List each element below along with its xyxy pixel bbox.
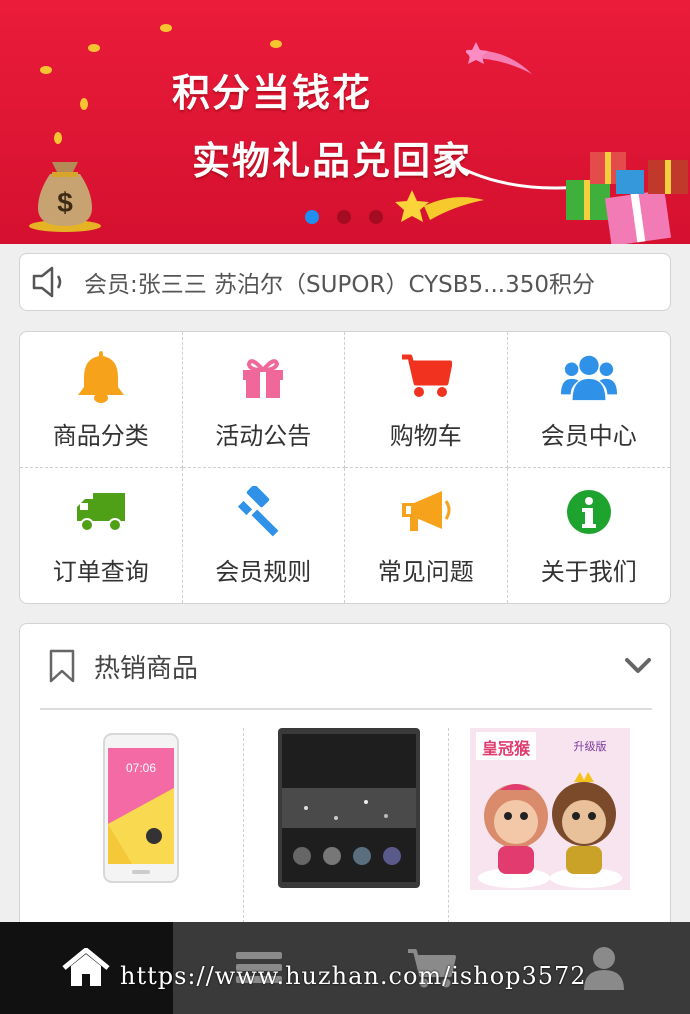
menu-item-label: 会员中心	[540, 421, 637, 450]
promo-banner[interactable]: 积分当钱花 实物礼品兑回家 $	[0, 0, 690, 244]
gold-star-icon	[395, 190, 484, 222]
user-icon	[583, 947, 624, 990]
menu-item-announcements[interactable]: 活动公告	[182, 332, 345, 468]
speaker-icon	[32, 266, 62, 298]
banner-headline: 积分当钱花	[172, 71, 373, 115]
menu-item-label: 关于我们	[540, 557, 637, 586]
menu-item-label: 订单查询	[52, 557, 149, 586]
shooting-star-icon	[466, 42, 532, 74]
product-image[interactable]: 07:06	[61, 728, 222, 890]
menu-item-faq[interactable]: 常见问题	[345, 467, 508, 603]
carousel-indicators	[305, 210, 383, 224]
product-list: 07:06 皇冠猴 升级版	[40, 728, 652, 928]
banner-subheadline: 实物礼品兑回家	[192, 139, 473, 183]
money-bag-icon: $	[29, 162, 101, 232]
users-icon	[560, 348, 617, 404]
product-title-text: 皇冠猴	[482, 739, 531, 758]
menu-item-categories[interactable]: 商品分类	[20, 332, 183, 468]
product-item[interactable]: 皇冠猴 升级版	[449, 728, 652, 928]
menu-item-label: 常见问题	[377, 557, 474, 586]
product-item[interactable]: 07:06	[40, 728, 245, 928]
product-image[interactable]	[265, 728, 426, 890]
menu-item-label: 商品分类	[52, 421, 149, 450]
bookmark-icon	[49, 649, 75, 683]
megaphone-icon	[398, 484, 454, 540]
gift-boxes-icon	[566, 152, 688, 244]
menu-item-about[interactable]: 关于我们	[508, 468, 671, 604]
chevron-down-icon[interactable]	[624, 656, 652, 676]
carousel-dot[interactable]	[337, 210, 351, 224]
menu-item-cart[interactable]: 购物车	[345, 332, 508, 468]
menu-item-label: 会员规则	[215, 557, 312, 586]
cart-icon	[398, 348, 454, 404]
notice-bar[interactable]: 会员:张三三 苏泊尔（SUPOR）CYSB5...350积分	[19, 253, 671, 311]
menu-item-member-center[interactable]: 会员中心	[507, 332, 670, 468]
home-icon	[62, 948, 110, 986]
section-title: 热销商品	[94, 653, 199, 684]
watermark-url: https://www.huzhan.com/ishop3572	[120, 962, 587, 990]
menu-grid: 商品分类 活动公告 购物车 会员中心 订单查询 会员规则 常见问题 关于我们	[19, 331, 671, 604]
hot-products-header[interactable]: 热销商品	[40, 624, 652, 710]
menu-item-label: 活动公告	[215, 421, 312, 450]
coin-decoration	[160, 24, 172, 32]
carousel-dot[interactable]	[369, 210, 383, 224]
coin-decoration	[270, 40, 282, 48]
menu-item-label: 购物车	[389, 421, 462, 450]
carousel-dot[interactable]	[305, 210, 319, 224]
bell-icon	[73, 348, 129, 404]
notice-text: 会员:张三三 苏泊尔（SUPOR）CYSB5...350积分	[84, 272, 595, 298]
svg-text:$: $	[57, 187, 73, 218]
coin-decoration	[88, 44, 100, 52]
svg-text:07:06: 07:06	[126, 761, 156, 775]
coin-decoration	[54, 132, 62, 144]
gift-icon	[235, 348, 291, 404]
gavel-icon	[235, 484, 291, 540]
product-image[interactable]: 皇冠猴 升级版	[470, 728, 631, 890]
truck-icon	[73, 484, 129, 540]
product-badge-text: 升级版	[574, 739, 607, 753]
info-icon	[561, 484, 617, 540]
product-item[interactable]	[244, 728, 449, 928]
menu-item-orders[interactable]: 订单查询	[20, 467, 183, 603]
app-page: 积分当钱花 实物礼品兑回家 $ 会员:张三三 苏泊尔（SUPOR）CYSB5..…	[0, 0, 690, 1014]
coin-decoration	[80, 98, 88, 110]
coin-decoration	[40, 66, 52, 74]
menu-item-member-rules[interactable]: 会员规则	[183, 467, 345, 603]
